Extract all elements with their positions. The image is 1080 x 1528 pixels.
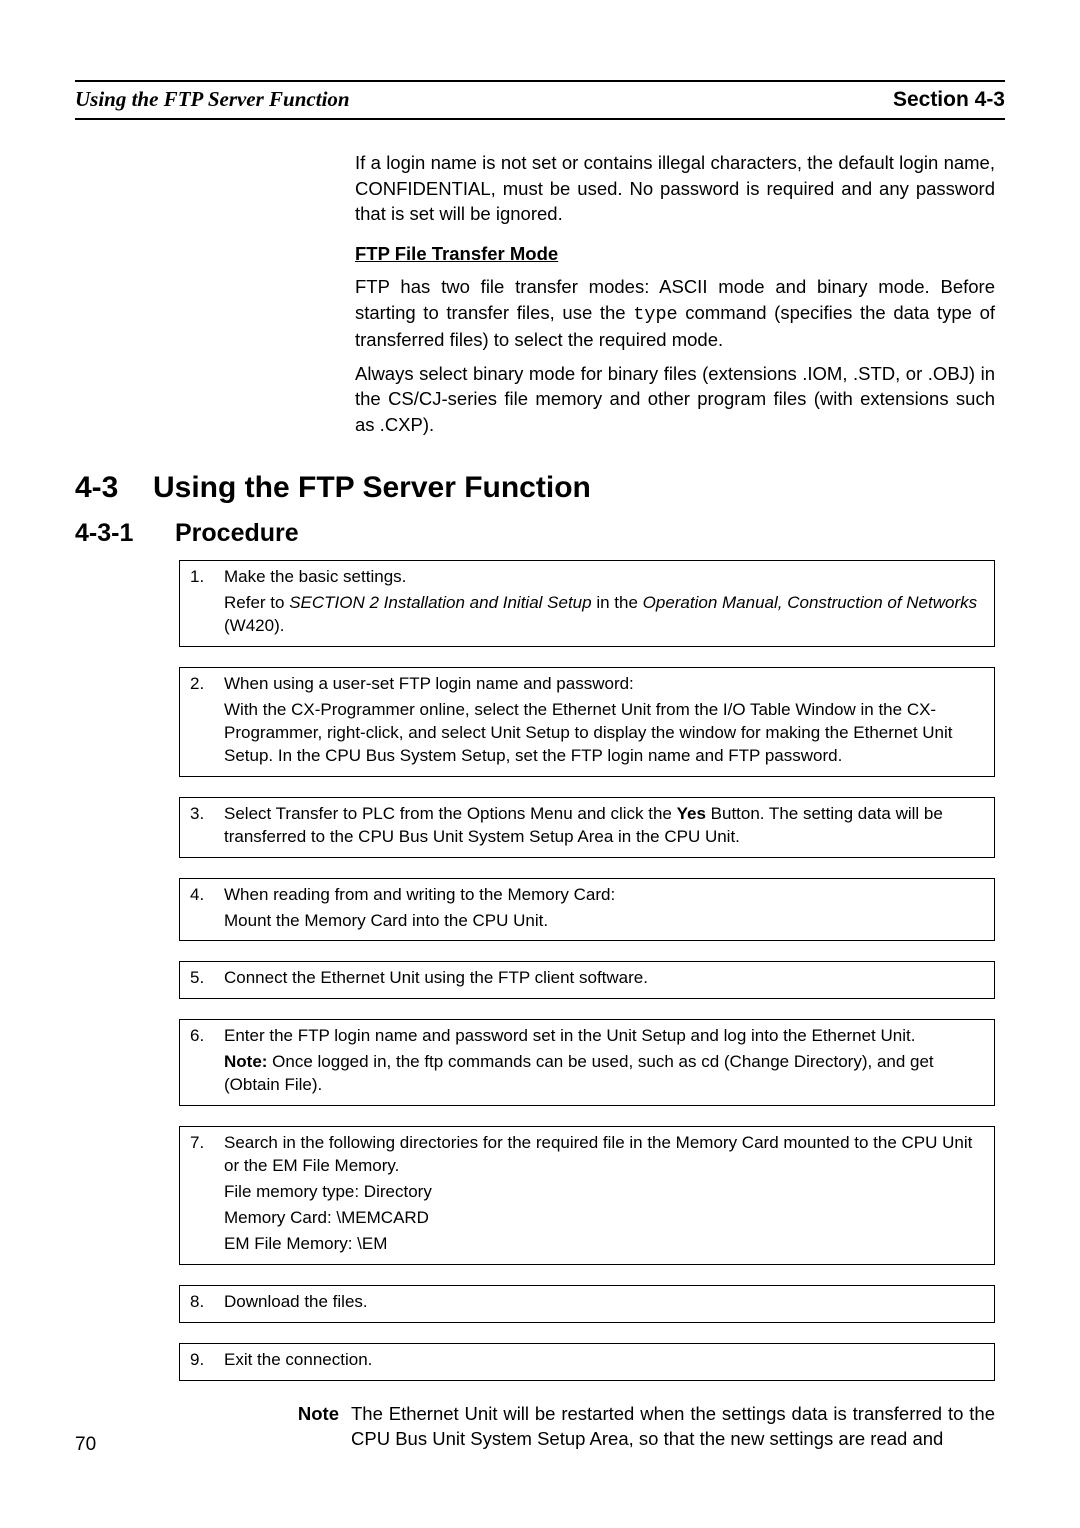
step-num: 2.: [190, 673, 224, 768]
subsection-title: Procedure: [175, 519, 299, 548]
step-num: 7.: [190, 1132, 224, 1256]
step-content: Exit the connection.: [224, 1349, 984, 1372]
subsection-num: 4-3-1: [75, 519, 175, 548]
step-num: 4.: [190, 884, 224, 933]
intro-p2: FTP has two file transfer modes: ASCII m…: [355, 274, 995, 353]
step-content: Make the basic settings. Refer to SECTIO…: [224, 566, 984, 638]
section-num: 4-3: [75, 471, 153, 505]
intro-block: If a login name is not set or contains i…: [355, 150, 995, 437]
step-content: When using a user-set FTP login name and…: [224, 673, 984, 768]
intro-p3: Always select binary mode for binary fil…: [355, 361, 995, 438]
step-content: Enter the FTP login name and password se…: [224, 1025, 984, 1097]
section-title: Using the FTP Server Function: [153, 471, 591, 505]
subsection-heading: 4-3-1 Procedure: [75, 519, 1005, 548]
step-num: 3.: [190, 803, 224, 849]
note-text: The Ethernet Unit will be restarted when…: [351, 1401, 995, 1452]
header-right: Section 4-3: [893, 88, 1005, 112]
step-box-5: 5. Connect the Ethernet Unit using the F…: [179, 961, 995, 999]
step-box-6: 6. Enter the FTP login name and password…: [179, 1019, 995, 1106]
step-content: Download the files.: [224, 1291, 984, 1314]
step-box-7: 7. Search in the following directories f…: [179, 1126, 995, 1265]
ftp-heading: FTP File Transfer Mode: [355, 241, 995, 267]
step-content: Select Transfer to PLC from the Options …: [224, 803, 984, 849]
step-content: Connect the Ethernet Unit using the FTP …: [224, 967, 984, 990]
intro-p1: If a login name is not set or contains i…: [355, 150, 995, 227]
note-label: Note: [283, 1401, 339, 1452]
page-header: Using the FTP Server Function Section 4-…: [75, 80, 1005, 120]
step-num: 9.: [190, 1349, 224, 1372]
step-content: Search in the following directories for …: [224, 1132, 984, 1256]
step-box-2: 2. When using a user-set FTP login name …: [179, 667, 995, 777]
section-heading: 4-3 Using the FTP Server Function: [75, 471, 1005, 505]
step-num: 1.: [190, 566, 224, 638]
step-box-1: 1. Make the basic settings. Refer to SEC…: [179, 560, 995, 647]
step-num: 6.: [190, 1025, 224, 1097]
page-number: 70: [75, 1434, 96, 1456]
step-box-8: 8. Download the files.: [179, 1285, 995, 1323]
step-box-4: 4. When reading from and writing to the …: [179, 878, 995, 942]
note-block: Note The Ethernet Unit will be restarted…: [283, 1401, 995, 1452]
step-box-3: 3. Select Transfer to PLC from the Optio…: [179, 797, 995, 858]
step-num: 5.: [190, 967, 224, 990]
step-content: When reading from and writing to the Mem…: [224, 884, 984, 933]
step-num: 8.: [190, 1291, 224, 1314]
step-box-9: 9. Exit the connection.: [179, 1343, 995, 1381]
header-left: Using the FTP Server Function: [75, 87, 350, 112]
